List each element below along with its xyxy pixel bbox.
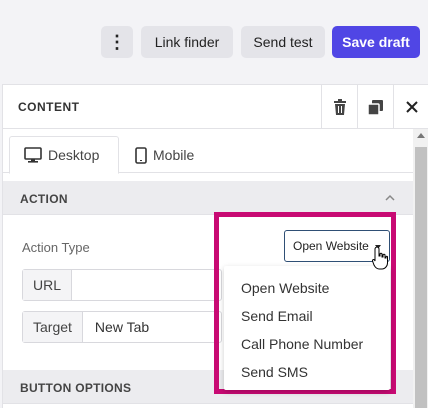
target-value[interactable]: New Tab — [83, 312, 161, 342]
tab-desktop[interactable]: Desktop — [9, 136, 119, 174]
url-input[interactable] — [72, 270, 96, 300]
send-test-button[interactable]: Send test — [241, 26, 325, 58]
menu-item-open-website[interactable]: Open Website — [224, 274, 390, 302]
copy-icon[interactable] — [357, 85, 393, 129]
device-tabs: Desktop Mobile — [3, 129, 413, 174]
tab-mobile[interactable]: Mobile — [131, 136, 194, 174]
tab-desktop-label: Desktop — [48, 147, 100, 163]
save-draft-button[interactable]: Save draft — [332, 26, 420, 58]
top-toolbar: ⋮ Link finder Send test Save draft — [0, 0, 428, 84]
menu-item-send-email[interactable]: Send Email — [224, 302, 390, 330]
action-section-header[interactable]: ACTION — [3, 181, 413, 215]
hand-cursor-icon — [372, 246, 388, 270]
panel-header: CONTENT — [3, 85, 428, 129]
panel-title: CONTENT — [18, 100, 80, 114]
more-options-button[interactable]: ⋮ — [101, 26, 133, 58]
menu-item-call-phone[interactable]: Call Phone Number — [224, 330, 390, 358]
desktop-icon — [24, 147, 42, 163]
panel-scrollbar[interactable] — [413, 129, 428, 408]
mobile-icon — [135, 146, 147, 164]
action-type-menu: Open Website Send Email Call Phone Numbe… — [224, 266, 390, 390]
tab-mobile-label: Mobile — [153, 147, 195, 163]
action-section-title: ACTION — [20, 192, 68, 206]
scroll-thumb[interactable] — [415, 147, 427, 408]
url-label: URL — [23, 270, 73, 300]
button-options-title: BUTTON OPTIONS — [20, 381, 132, 395]
target-label: Target — [23, 312, 83, 342]
scroll-up-icon[interactable] — [417, 133, 425, 138]
chevron-up-icon[interactable] — [385, 193, 395, 203]
url-field[interactable]: URL — [22, 269, 222, 301]
action-type-label: Action Type — [22, 240, 90, 255]
menu-item-send-sms[interactable]: Send SMS — [224, 358, 390, 386]
target-field[interactable]: Target New Tab — [22, 311, 222, 343]
close-icon[interactable] — [393, 85, 428, 129]
action-type-selected: Open Website — [293, 239, 369, 253]
trash-icon[interactable] — [321, 85, 357, 129]
link-finder-button[interactable]: Link finder — [141, 26, 233, 58]
